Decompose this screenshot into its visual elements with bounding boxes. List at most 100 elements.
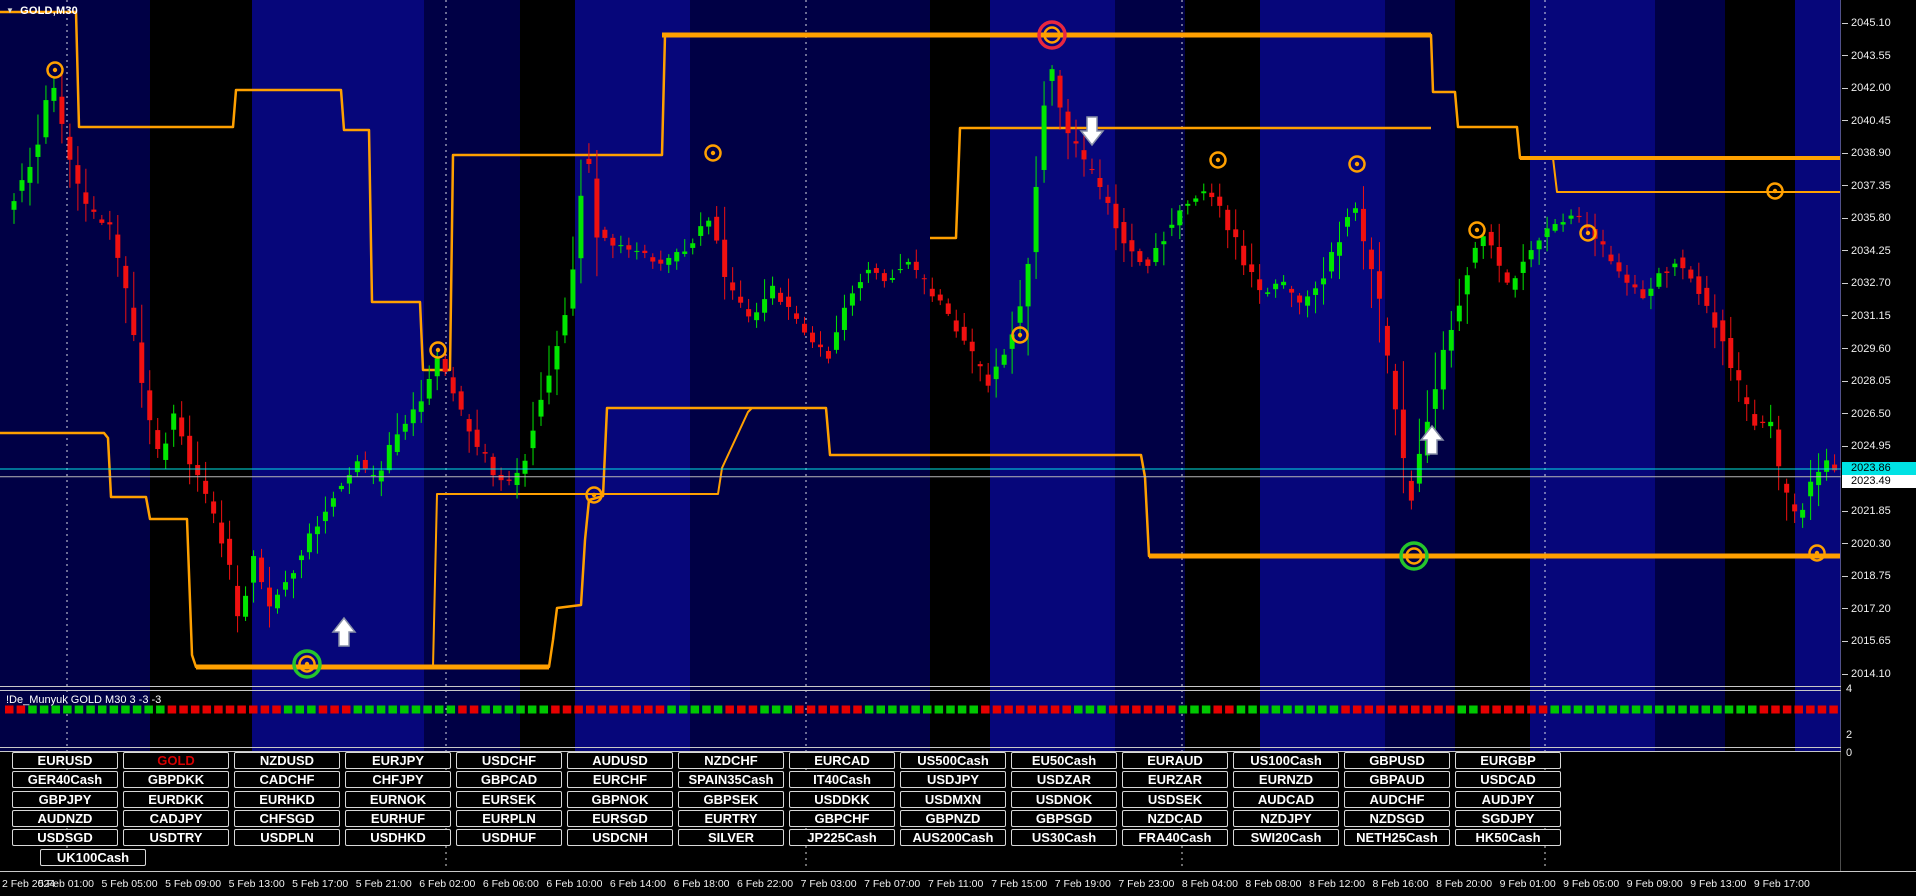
signal-dot — [1481, 706, 1490, 714]
watchlist-symbol-button[interactable]: EURPLN — [456, 810, 562, 827]
watchlist-symbol-button[interactable]: USDZAR — [1011, 771, 1117, 788]
candle-body — [1672, 264, 1677, 268]
watchlist-symbol-button[interactable]: EURZAR — [1122, 771, 1228, 788]
watchlist-symbol-button[interactable]: EU50Cash — [1011, 752, 1117, 769]
watchlist-symbol-button[interactable]: GBPAUD — [1344, 771, 1450, 788]
watchlist-symbol-button[interactable]: AUDNZD — [12, 810, 118, 827]
watchlist-symbol-button[interactable]: EURAUD — [1122, 752, 1228, 769]
watchlist-symbol-button[interactable]: NZDCAD — [1122, 810, 1228, 827]
watchlist-symbol-button[interactable]: USDDKK — [789, 791, 895, 808]
watchlist-symbol-button[interactable]: EURHUF — [345, 810, 451, 827]
price-axis-label: 2035.80 — [1851, 212, 1891, 224]
watchlist-symbol-button[interactable]: EURJPY — [345, 752, 451, 769]
signal-dot — [1341, 706, 1350, 714]
watchlist-symbol-button[interactable]: GBPCHF — [789, 810, 895, 827]
watchlist-symbol-button[interactable]: NZDSGD — [1344, 810, 1450, 827]
watchlist-symbol-button[interactable]: USDNOK — [1011, 791, 1117, 808]
watchlist-symbol-button[interactable]: GBPJPY — [12, 791, 118, 808]
watchlist-symbol-button[interactable]: GER40Cash — [12, 771, 118, 788]
signal-dot — [1213, 706, 1222, 714]
signal-dot — [1411, 706, 1420, 714]
price-tick — [1842, 674, 1848, 675]
watchlist-symbol-button[interactable]: UK100Cash — [40, 849, 146, 866]
watchlist-symbol-button[interactable]: USDSGD — [12, 829, 118, 846]
watchlist-symbol-button[interactable]: GBPUSD — [1344, 752, 1450, 769]
arrow-up-signal-icon[interactable] — [333, 618, 355, 646]
signal-dot — [1062, 706, 1071, 714]
watchlist-symbol-button[interactable]: EURTRY — [678, 810, 784, 827]
watchlist-symbol-button[interactable]: EURCAD — [789, 752, 895, 769]
watchlist-symbol-button[interactable]: USDJPY — [900, 771, 1006, 788]
watchlist-symbol-button[interactable]: GBPNOK — [567, 791, 673, 808]
watchlist-symbol-button[interactable]: NZDUSD — [234, 752, 340, 769]
watchlist-symbol-button[interactable]: HK50Cash — [1455, 829, 1561, 846]
candle-body — [363, 460, 368, 469]
watchlist-symbol-button[interactable]: GBPCAD — [456, 771, 562, 788]
watchlist-symbol-button[interactable]: AUDUSD — [567, 752, 673, 769]
watchlist-symbol-button[interactable]: NETH25Cash — [1344, 829, 1450, 846]
watchlist-symbol-button[interactable]: USDPLN — [234, 829, 340, 846]
watchlist-symbol-button[interactable]: FRA40Cash — [1122, 829, 1228, 846]
watchlist-symbol-button[interactable]: USDTRY — [123, 829, 229, 846]
watchlist-symbol-button[interactable]: AUDCHF — [1344, 791, 1450, 808]
watchlist-symbol-button[interactable]: USDCNH — [567, 829, 673, 846]
watchlist-symbol-button[interactable]: JP225Cash — [789, 829, 895, 846]
watchlist-symbol-button[interactable]: NZDJPY — [1233, 810, 1339, 827]
watchlist-symbol-button[interactable]: AUDCAD — [1233, 791, 1339, 808]
watchlist-symbol-button[interactable]: USDHKD — [345, 829, 451, 846]
watchlist-symbol-button[interactable]: SWI20Cash — [1233, 829, 1339, 846]
price-tick — [1842, 88, 1848, 89]
watchlist-symbol-button[interactable]: CADJPY — [123, 810, 229, 827]
chevron-down-icon[interactable]: ▼ — [6, 6, 14, 15]
watchlist-symbol-button[interactable]: GOLD — [123, 752, 229, 769]
watchlist-symbol-button[interactable]: EURSGD — [567, 810, 673, 827]
time-axis[interactable]: 2 Feb 20245 Feb 01:005 Feb 05:005 Feb 09… — [0, 872, 1916, 896]
time-axis-label: 5 Feb 13:00 — [229, 878, 285, 890]
watchlist-symbol-button[interactable]: EURGBP — [1455, 752, 1561, 769]
watchlist-symbol-button[interactable]: AUS200Cash — [900, 829, 1006, 846]
candle-body — [1545, 228, 1550, 237]
watchlist-symbol-button[interactable]: USDCAD — [1455, 771, 1561, 788]
watchlist-symbol-button[interactable]: GBPSGD — [1011, 810, 1117, 827]
watchlist-symbol-button[interactable]: EURDKK — [123, 791, 229, 808]
watchlist-symbol-button[interactable]: IT40Cash — [789, 771, 895, 788]
candle-body — [1465, 275, 1470, 294]
watchlist-symbol-button[interactable]: USDHUF — [456, 829, 562, 846]
watchlist-symbol-button[interactable]: AUDJPY — [1455, 791, 1561, 808]
watchlist-symbol-button[interactable]: EURCHF — [567, 771, 673, 788]
price-axis[interactable]: 2045.102043.552042.002040.452038.902037.… — [1841, 0, 1916, 871]
watchlist-symbol-button[interactable]: SGDJPY — [1455, 810, 1561, 827]
arrow-up-signal-icon[interactable] — [1421, 426, 1443, 454]
watchlist-symbol-button[interactable]: CADCHF — [234, 771, 340, 788]
subwindow-separator-bottom1[interactable] — [0, 747, 1916, 748]
watchlist-symbol-button[interactable]: USDMXN — [900, 791, 1006, 808]
watchlist-symbol-button[interactable]: EURUSD — [12, 752, 118, 769]
signal-dot — [1306, 706, 1315, 714]
watchlist-symbol-button[interactable]: EURHKD — [234, 791, 340, 808]
watchlist-symbol-button[interactable]: CHFJPY — [345, 771, 451, 788]
watchlist-symbol-button[interactable]: GBPNZD — [900, 810, 1006, 827]
candle-body — [1449, 330, 1454, 351]
watchlist-symbol-button[interactable]: USDCHF — [456, 752, 562, 769]
watchlist-symbol-button[interactable]: SPAIN35Cash — [678, 771, 784, 788]
watchlist-symbol-button[interactable]: USDSEK — [1122, 791, 1228, 808]
candle-body — [51, 88, 56, 101]
signal-dot — [1702, 706, 1711, 714]
watchlist-symbol-button[interactable]: CHFSGD — [234, 810, 340, 827]
watchlist-symbol-button[interactable]: EURNZD — [1233, 771, 1339, 788]
watchlist-symbol-button[interactable]: NZDCHF — [678, 752, 784, 769]
signal-dot — [818, 706, 827, 714]
candle-body — [1768, 422, 1773, 426]
watchlist-symbol-button[interactable]: GBPDKK — [123, 771, 229, 788]
price-tick — [1842, 381, 1848, 382]
watchlist-symbol-button[interactable]: EURSEK — [456, 791, 562, 808]
watchlist-symbol-button[interactable]: EURNOK — [345, 791, 451, 808]
watchlist-symbol-button[interactable]: US100Cash — [1233, 752, 1339, 769]
subwindow-separator-top1[interactable] — [0, 686, 1916, 687]
watchlist-symbol-button[interactable]: SILVER — [678, 829, 784, 846]
signal-dot — [993, 706, 1002, 714]
candle-body — [770, 286, 775, 299]
watchlist-symbol-button[interactable]: GBPSEK — [678, 791, 784, 808]
watchlist-symbol-button[interactable]: US500Cash — [900, 752, 1006, 769]
watchlist-symbol-button[interactable]: US30Cash — [1011, 829, 1117, 846]
